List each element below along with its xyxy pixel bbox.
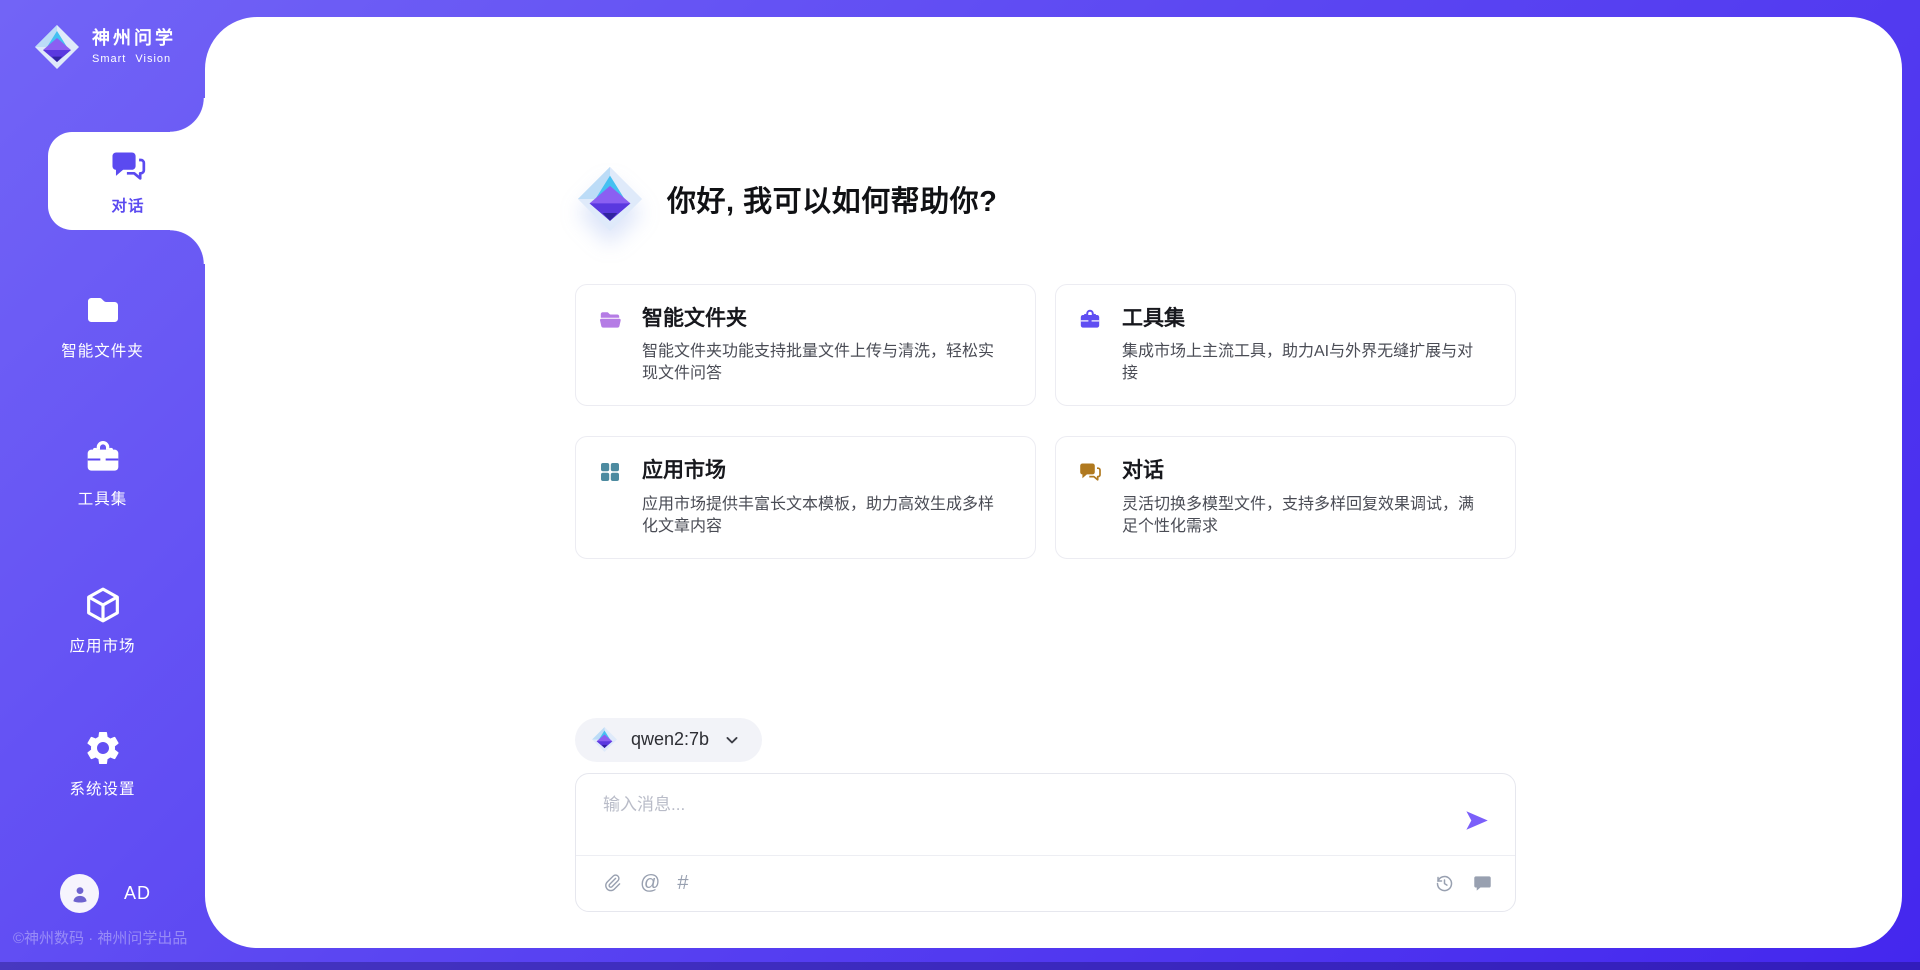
person-icon xyxy=(68,882,92,906)
brand-subtitle: Smart Vision xyxy=(92,54,176,65)
model-name: qwen2:7b xyxy=(631,729,709,750)
sidebar-item-label: 智能文件夹 xyxy=(61,339,144,361)
cube-icon xyxy=(83,585,123,625)
sidebar-item-app-market[interactable]: 应用市场 xyxy=(0,585,205,656)
main-panel: 你好, 我可以如何帮助你? 智能文件夹 智能文件夹功能支持批量文件上传与清洗，轻… xyxy=(205,17,1902,948)
card-app-market[interactable]: 应用市场 应用市场提供丰富长文本模板，助力高效生成多样化文章内容 xyxy=(575,436,1036,558)
brand-logo: 神州问学 Smart Vision xyxy=(33,23,176,71)
grid-icon xyxy=(598,460,622,484)
folder-open-icon xyxy=(598,308,622,332)
sidebar-item-settings[interactable]: 系统设置 xyxy=(0,728,205,799)
card-title: 应用市场 xyxy=(642,458,1007,484)
card-description: 应用市场提供丰富长文本模板，助力高效生成多样化文章内容 xyxy=(642,494,1007,538)
toolbox-icon xyxy=(1078,308,1102,332)
composer-toolbar: @ # xyxy=(576,855,1515,911)
chat-icon xyxy=(1078,460,1102,484)
copyright: ©神州数码 · 神州问学出品 xyxy=(13,927,187,948)
toolbox-icon xyxy=(83,438,123,478)
folder-icon xyxy=(83,290,123,330)
greeting-row: 你好, 我可以如何帮助你? xyxy=(575,163,1516,235)
send-icon[interactable] xyxy=(1463,807,1490,834)
card-title: 工具集 xyxy=(1122,306,1487,332)
diamond-icon xyxy=(591,726,618,753)
active-tab-curve-bottom xyxy=(170,230,205,264)
card-smart-folder[interactable]: 智能文件夹 智能文件夹功能支持批量文件上传与清洗，轻松实现文件问答 xyxy=(575,284,1036,406)
message-input[interactable] xyxy=(603,790,1445,846)
paperclip-icon[interactable] xyxy=(602,873,623,894)
sidebar-item-chat[interactable]: 对话 xyxy=(48,132,208,230)
composer: @ # xyxy=(575,773,1516,912)
card-title: 智能文件夹 xyxy=(642,306,1007,332)
sidebar-item-label: 工具集 xyxy=(78,487,128,509)
sidebar: 神州问学 Smart Vision 对话 智能文件夹 工具集 xyxy=(0,0,205,970)
sidebar-item-toolset[interactable]: 工具集 xyxy=(0,438,205,509)
feature-cards: 智能文件夹 智能文件夹功能支持批量文件上传与清洗，轻松实现文件问答 工具集 集成… xyxy=(575,284,1516,559)
page-title: 你好, 我可以如何帮助你? xyxy=(667,178,997,220)
chevron-down-icon xyxy=(722,730,742,750)
brand-name: 神州问学 xyxy=(92,29,176,47)
avatar xyxy=(60,874,99,913)
card-chat[interactable]: 对话 灵活切换多模型文件，支持多样回复效果调试，满足个性化需求 xyxy=(1055,436,1516,558)
user-name: AD xyxy=(124,883,151,904)
diamond-icon xyxy=(33,23,81,71)
active-tab-curve-top xyxy=(170,98,205,132)
card-title: 对话 xyxy=(1122,458,1487,484)
model-selector[interactable]: qwen2:7b xyxy=(575,718,762,762)
sidebar-item-label: 系统设置 xyxy=(69,777,135,799)
sidebar-item-label: 对话 xyxy=(111,194,144,216)
card-description: 灵活切换多模型文件，支持多样回复效果调试，满足个性化需求 xyxy=(1122,494,1487,538)
at-icon[interactable]: @ xyxy=(640,873,660,893)
user-profile[interactable]: AD xyxy=(60,874,151,913)
card-description: 集成市场上主流工具，助力AI与外界无缝扩展与对接 xyxy=(1122,341,1487,385)
sidebar-item-smart-folder[interactable]: 智能文件夹 xyxy=(0,290,205,361)
card-toolset[interactable]: 工具集 集成市场上主流工具，助力AI与外界无缝扩展与对接 xyxy=(1055,284,1516,406)
gear-icon xyxy=(83,728,123,768)
diamond-icon xyxy=(575,164,645,234)
message-icon[interactable] xyxy=(1472,873,1493,894)
history-icon[interactable] xyxy=(1434,873,1455,894)
chat-icon xyxy=(109,147,147,185)
card-description: 智能文件夹功能支持批量文件上传与清洗，轻松实现文件问答 xyxy=(642,341,1007,385)
sidebar-item-label: 应用市场 xyxy=(69,634,135,656)
bottom-bar xyxy=(0,962,1920,970)
hash-icon[interactable]: # xyxy=(677,873,688,893)
